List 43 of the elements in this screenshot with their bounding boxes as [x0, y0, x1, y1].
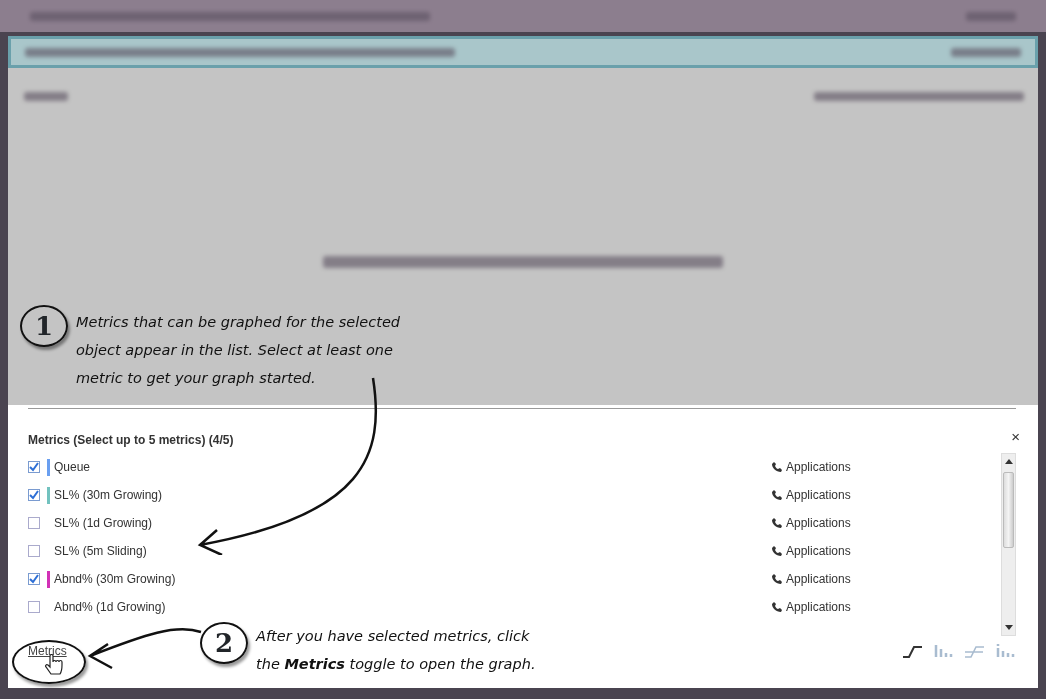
hand-cursor-icon	[44, 654, 64, 678]
bar-chart-icon[interactable]	[933, 643, 954, 659]
metric-name[interactable]: SL% (5m Sliding)	[54, 542, 772, 560]
scroll-up-icon[interactable]	[1005, 459, 1013, 464]
panel-title: Metrics (Select up to 5 metrics) (4/5)	[28, 432, 234, 449]
metric-category: Applications	[786, 487, 851, 504]
metric-name[interactable]: Abnd% (1d Growing)	[54, 598, 772, 616]
step-number: 1	[20, 305, 68, 347]
annotation-text: Metrics that can be graphed for the selected object appear in the list. Select at least one metric to get your graph started.	[76, 313, 402, 388]
metric-category: Applications	[786, 571, 851, 588]
scroll-down-icon[interactable]	[1005, 625, 1013, 630]
step-number: 2	[200, 622, 248, 664]
checkbox[interactable]	[28, 517, 40, 529]
metric-name[interactable]: SL% (1d Growing)	[54, 514, 772, 532]
phone-icon	[772, 518, 782, 528]
checkbox[interactable]	[28, 489, 40, 501]
metric-category: Applications	[786, 515, 851, 532]
metric-name[interactable]: Queue	[54, 458, 772, 476]
metric-name[interactable]: SL% (30m Growing)	[54, 486, 772, 504]
annotation-text: After you have selected metrics, click the Metrics toggle to open the graph.	[256, 627, 537, 674]
checkbox[interactable]	[28, 461, 40, 473]
phone-icon	[772, 490, 782, 500]
metric-category: Applications	[786, 599, 851, 616]
scroll-thumb[interactable]	[1003, 472, 1014, 548]
metric-name[interactable]: Abnd% (30m Growing)	[54, 570, 772, 588]
phone-icon	[772, 546, 782, 556]
phone-icon	[772, 602, 782, 612]
phone-icon	[772, 462, 782, 472]
close-button[interactable]: ×	[1011, 429, 1020, 444]
scrollbar[interactable]	[1001, 453, 1016, 636]
line-chart-icon[interactable]	[902, 643, 923, 659]
checkbox[interactable]	[28, 545, 40, 557]
blurred-heading	[24, 92, 68, 101]
dots-chart-icon[interactable]	[995, 643, 1016, 659]
metric-category: Applications	[786, 543, 851, 560]
metric-category: Applications	[786, 459, 851, 476]
step-chart-icon[interactable]	[964, 643, 985, 659]
address-bar[interactable]	[8, 36, 1038, 68]
blurred-toolbar-icons	[951, 47, 1021, 57]
checkbox[interactable]	[28, 601, 40, 613]
blurred-window-buttons	[966, 11, 1016, 21]
phone-icon	[772, 574, 782, 584]
checkbox[interactable]	[28, 573, 40, 585]
